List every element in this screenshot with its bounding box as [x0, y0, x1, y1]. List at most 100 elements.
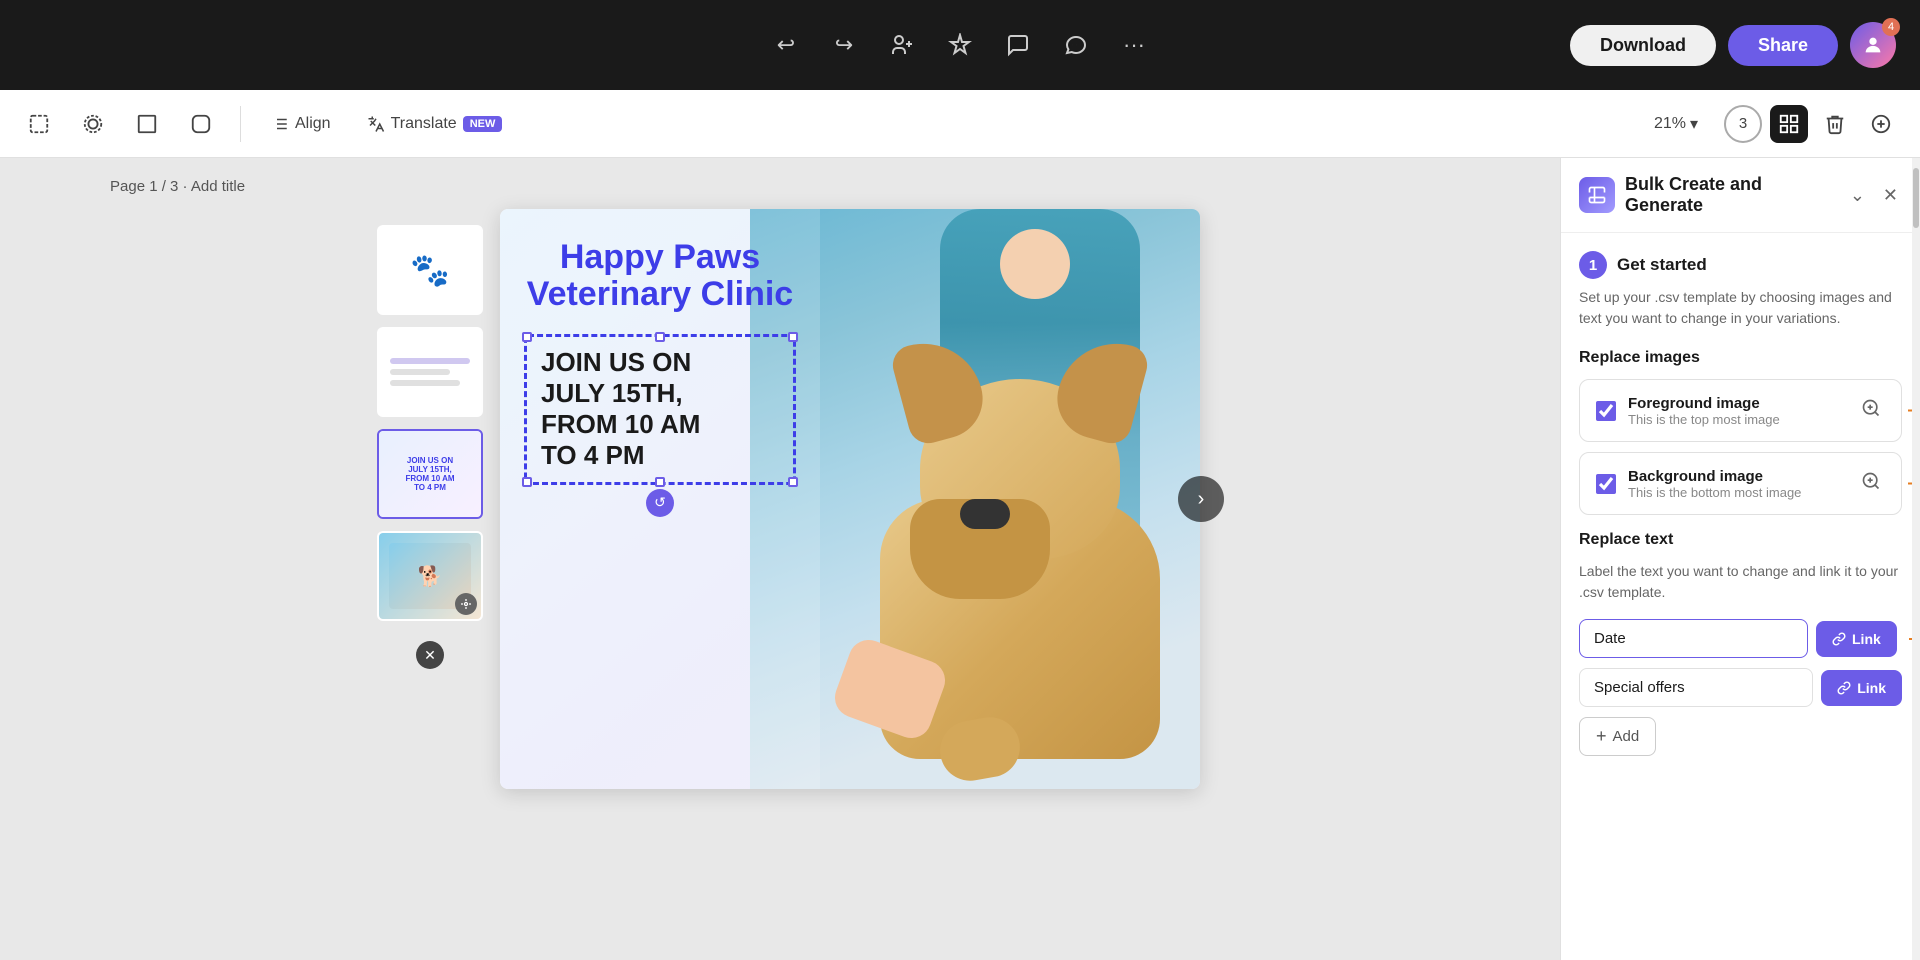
comment-button[interactable]	[998, 25, 1038, 65]
add-page-button[interactable]	[1862, 105, 1900, 143]
panel-collapse-button[interactable]: ⌄	[1846, 181, 1869, 210]
new-badge: NEW	[463, 116, 503, 132]
step-1-header: 1 Get started	[1579, 251, 1902, 279]
add-text-field-button[interactable]: + Add	[1579, 717, 1656, 756]
add-collaborator-button[interactable]	[882, 25, 922, 65]
step-1-title: Get started	[1617, 255, 1707, 275]
date-link-button[interactable]: Link	[1816, 621, 1897, 657]
top-bar-right: Download Share 4	[1570, 22, 1896, 68]
background-image-checkbox[interactable]	[1596, 474, 1616, 494]
canvas-area: Page 1 / 3 · Add title 🐾 JOIN US ONJULY …	[0, 158, 1560, 960]
scrollbar-thumb[interactable]	[1913, 168, 1919, 228]
page-nav-button[interactable]: 3	[1724, 105, 1762, 143]
step-1-section: 1 Get started Set up your .csv template …	[1579, 251, 1902, 329]
panel-header: Bulk Create and Generate ⌄ ✕	[1561, 158, 1920, 233]
canvas-container: Happy Paws Veterinary Clinic JOIN US ON …	[500, 209, 1200, 789]
add-icon: +	[1596, 726, 1607, 747]
selection-handle-bc	[655, 477, 665, 487]
translate-button[interactable]: Translate NEW	[357, 107, 513, 141]
panel-scroll-area: 1 Get started Set up your .csv template …	[1561, 233, 1920, 960]
thumb-close-button[interactable]: ✕	[416, 641, 444, 669]
background-image-search-button[interactable]	[1857, 467, 1885, 500]
foreground-image-text: Foreground image This is the top most im…	[1628, 395, 1845, 427]
scrollbar-track	[1912, 158, 1920, 960]
thumb-item-1[interactable]: 🐾	[377, 225, 483, 315]
avatar-notification-badge: 4	[1882, 18, 1900, 36]
background-image-title: Background image	[1628, 468, 1845, 485]
card-date-text: JOIN US ON JULY 15TH, FROM 10 AM TO 4 PM	[541, 347, 779, 472]
foreground-image-search-button[interactable]	[1857, 394, 1885, 427]
next-page-button[interactable]: ›	[1178, 476, 1224, 522]
chat-button[interactable]	[1056, 25, 1096, 65]
element-tool-button[interactable]	[74, 105, 112, 143]
page-label: Page 1 / 3 · Add title	[110, 178, 245, 195]
align-button[interactable]: Align	[261, 107, 341, 141]
share-button[interactable]: Share	[1728, 25, 1838, 66]
canvas-card: Happy Paws Veterinary Clinic JOIN US ON …	[500, 209, 1200, 789]
undo-button[interactable]: ↩	[766, 25, 806, 65]
panel-close-button[interactable]: ✕	[1879, 181, 1902, 210]
zoom-selector[interactable]: 21% ▾	[1644, 108, 1708, 140]
selection-handle-tl	[522, 332, 532, 342]
step-1-description: Set up your .csv template by choosing im…	[1579, 287, 1902, 329]
selection-handle-tr	[788, 332, 798, 342]
translate-label: Translate	[391, 115, 457, 133]
delete-button[interactable]	[1816, 105, 1854, 143]
background-image-subtitle: This is the bottom most image	[1628, 485, 1845, 500]
date-text-input[interactable]	[1579, 619, 1808, 658]
replace-text-title: Replace text	[1579, 531, 1902, 549]
more-button[interactable]: ···	[1114, 25, 1154, 65]
rectangle-tool-button[interactable]	[128, 105, 166, 143]
paw-icon: 🐾	[410, 251, 450, 289]
align-label: Align	[295, 115, 331, 133]
step-number-1: 1	[1579, 251, 1607, 279]
thumb-mini-text: JOIN US ONJULY 15TH,FROM 10 AMTO 4 PM	[405, 456, 454, 492]
foreground-image-title: Foreground image	[1628, 395, 1845, 412]
replace-text-section: Replace text Label the text you want to …	[1579, 531, 1902, 756]
special-offers-link-button[interactable]: Link	[1821, 670, 1902, 706]
foreground-image-subtitle: This is the top most image	[1628, 412, 1845, 427]
select-tool-button[interactable]	[20, 105, 58, 143]
main-layout: Page 1 / 3 · Add title 🐾 JOIN US ONJULY …	[0, 158, 1920, 960]
thumb-item-2[interactable]	[377, 327, 483, 417]
text-field-row-1: Link C	[1579, 619, 1902, 658]
foreground-image-checkbox[interactable]	[1596, 401, 1616, 421]
thumbnail-sidebar: 🐾 JOIN US ONJULY 15TH,FROM 10 AMTO 4 PM	[360, 209, 500, 685]
dog-silhouette	[840, 329, 1200, 789]
magic-button[interactable]	[940, 25, 980, 65]
toolbar-right: 3	[1724, 105, 1900, 143]
top-bar-center: ↩ ↪ ···	[766, 25, 1154, 65]
replace-images-title: Replace images	[1579, 349, 1902, 367]
card-title: Happy Paws Veterinary Clinic	[524, 239, 796, 314]
download-button[interactable]: Download	[1570, 25, 1716, 66]
replace-text-desc: Label the text you want to change and li…	[1579, 561, 1902, 603]
grid-view-button[interactable]	[1770, 105, 1808, 143]
toolbar-divider-1	[240, 106, 241, 142]
panel-title: Bulk Create and Generate	[1625, 174, 1836, 216]
thumb-item-3[interactable]: JOIN US ONJULY 15TH,FROM 10 AMTO 4 PM	[377, 429, 483, 519]
rounded-rect-tool-button[interactable]	[182, 105, 220, 143]
special-offers-link-label: Link	[1857, 680, 1886, 696]
zoom-chevron-icon: ▾	[1690, 114, 1698, 134]
rotation-button[interactable]: ↺	[646, 489, 674, 517]
special-offers-text-input[interactable]	[1579, 668, 1813, 707]
selection-handle-br	[788, 477, 798, 487]
top-bar: ↩ ↪ ··· Download Share	[0, 0, 1920, 90]
foreground-image-option: Foreground image This is the top most im…	[1579, 379, 1902, 442]
card-text-area: Happy Paws Veterinary Clinic JOIN US ON …	[500, 209, 820, 789]
add-label: Add	[1613, 728, 1640, 745]
right-panel: Bulk Create and Generate ⌄ ✕ 1 Get start…	[1560, 158, 1920, 960]
selection-handle-bl	[522, 477, 532, 487]
date-link-label: Link	[1852, 631, 1881, 647]
zoom-level: 21%	[1654, 115, 1686, 133]
date-text-box[interactable]: JOIN US ON JULY 15TH, FROM 10 AM TO 4 PM	[524, 334, 796, 485]
text-field-row-2: Link	[1579, 668, 1902, 707]
avatar-wrapper: 4	[1850, 22, 1896, 68]
panel-icon	[1579, 177, 1615, 213]
thumb-item-4[interactable]: 🐕	[377, 531, 483, 621]
redo-button[interactable]: ↪	[824, 25, 864, 65]
selection-handle-tc	[655, 332, 665, 342]
toolbar: Align Translate NEW 21% ▾ 3	[0, 90, 1920, 158]
background-image-text: Background image This is the bottom most…	[1628, 468, 1845, 500]
background-image-option: Background image This is the bottom most…	[1579, 452, 1902, 515]
